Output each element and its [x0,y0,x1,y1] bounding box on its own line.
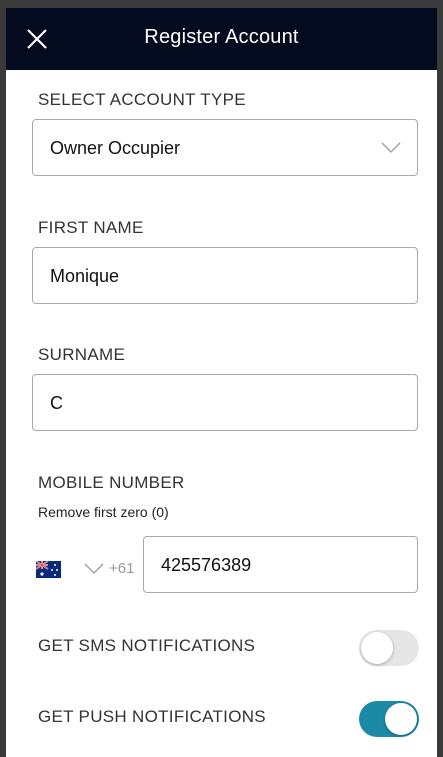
register-account-screen: Register Account SELECT ACCOUNT TYPE Own… [6,8,437,757]
push-notifications-toggle[interactable] [359,701,419,737]
surname-label: SURNAME [38,345,126,364]
mobile-hint: Remove first zero (0) [38,504,169,520]
mobile-number-value: 425576389 [161,555,252,575]
first-name-label: FIRST NAME [38,218,144,237]
app-header: Register Account [6,8,437,70]
surname-field[interactable]: C [32,374,418,431]
mobile-number-field[interactable]: 425576389 [143,536,418,593]
australia-flag-icon[interactable] [36,561,61,578]
page-title: Register Account [144,26,299,48]
account-type-label: SELECT ACCOUNT TYPE [38,90,246,109]
sms-notifications-toggle[interactable] [359,630,419,666]
mobile-number-label: MOBILE NUMBER [38,473,185,492]
toggle-knob [361,632,393,664]
toggle-knob [385,703,417,735]
first-name-field[interactable]: Monique [32,247,418,304]
country-code: +61 [109,560,135,577]
push-notifications-label: GET PUSH NOTIFICATIONS [38,707,266,726]
country-chevron-down-icon[interactable] [84,563,104,575]
account-type-select[interactable]: Owner Occupier [32,119,418,176]
account-type-value: Owner Occupier [50,138,181,158]
first-name-value: Monique [50,266,120,286]
sms-notifications-label: GET SMS NOTIFICATIONS [38,636,256,655]
surname-value: C [50,393,63,413]
chevron-down-icon [381,142,401,153]
